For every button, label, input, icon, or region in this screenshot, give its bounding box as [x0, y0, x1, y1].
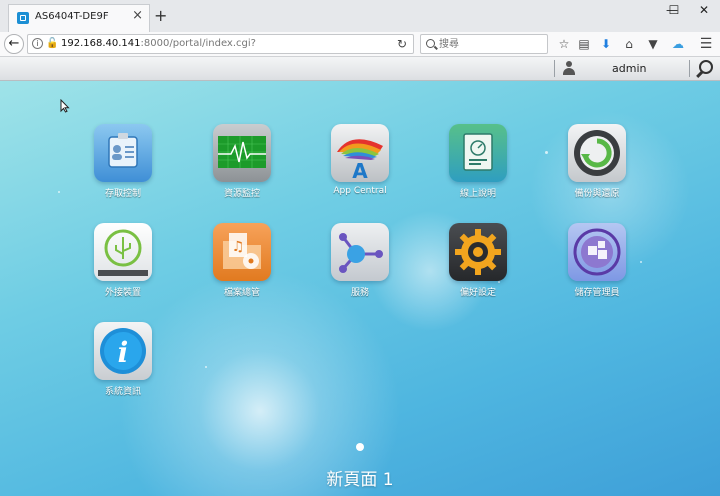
online-help-icon: [449, 124, 507, 182]
settings-icon: [449, 223, 507, 281]
back-arrow-icon: ←: [8, 36, 20, 51]
star-icon[interactable]: ☆: [556, 36, 572, 52]
username-label[interactable]: admin: [612, 62, 646, 75]
adm-search-icon[interactable]: [699, 60, 713, 74]
svg-text:A: A: [352, 159, 368, 182]
url-host: 192.168.40.141: [61, 38, 141, 49]
adm-desktop: 存取控制 資源監控 A App Central 線上說明 備份與還原 外接裝置 …: [0, 81, 720, 496]
app-label: 備份與還原: [574, 189, 620, 199]
app-label: 系統資訊: [104, 387, 141, 397]
adm-taskbar: admin: [0, 57, 720, 81]
browser-tab-strip: AS6404T-DE9F × + — ☐ ✕: [0, 0, 720, 33]
menu-icon[interactable]: ☰: [698, 36, 714, 52]
address-bar[interactable]: i 🔓 192.168.40.141:8000/portal/index.cgi…: [27, 34, 414, 54]
app-storage-manager[interactable]: 儲存管理員: [547, 223, 647, 298]
system-information-icon: i: [94, 322, 152, 380]
page-name: 新頁面 1: [326, 470, 394, 490]
access-control-icon: [94, 124, 152, 182]
app-label: 檔案總管: [223, 288, 260, 298]
sparkle: [205, 366, 207, 368]
taskbar-divider: [554, 60, 555, 77]
cloud-icon[interactable]: ☁: [670, 36, 686, 52]
search-icon: [426, 39, 435, 48]
close-window-button[interactable]: ✕: [692, 0, 716, 20]
app-label: 資源監控: [223, 189, 260, 199]
app-activity-monitor[interactable]: 資源監控: [192, 124, 292, 199]
external-devices-icon: [94, 223, 152, 281]
search-bar[interactable]: [420, 34, 548, 54]
app-label: 服務: [350, 288, 369, 298]
page-indicator-dot[interactable]: [356, 443, 364, 451]
pocket-icon[interactable]: ▼: [645, 36, 661, 52]
file-explorer-icon: ♫: [213, 223, 271, 281]
app-label: 外接裝置: [104, 288, 141, 298]
url-text[interactable]: 192.168.40.141:8000/portal/index.cgi?: [61, 38, 256, 49]
app-central-icon: A: [331, 124, 389, 182]
app-label: 儲存管理員: [574, 288, 620, 298]
services-icon: [331, 223, 389, 281]
home-icon[interactable]: ⌂: [621, 36, 637, 52]
new-tab-button[interactable]: +: [154, 8, 167, 24]
storage-manager-icon: [568, 223, 626, 281]
app-app-central[interactable]: A App Central: [310, 124, 410, 196]
back-button[interactable]: ←: [4, 34, 24, 54]
tab-close-icon[interactable]: ×: [132, 8, 143, 23]
activity-monitor-icon: [213, 124, 271, 182]
browser-nav-bar: ← i 🔓 192.168.40.141:8000/portal/index.c…: [0, 32, 720, 57]
app-external-devices[interactable]: 外接裝置: [73, 223, 173, 298]
taskbar-divider: [689, 60, 690, 77]
backup-restore-icon: [568, 124, 626, 182]
user-icon[interactable]: [562, 61, 576, 75]
tab-title: AS6404T-DE9F: [35, 11, 109, 22]
app-access-control[interactable]: 存取控制: [73, 124, 173, 199]
search-input[interactable]: [439, 37, 539, 51]
insecure-lock-icon[interactable]: 🔓: [46, 38, 58, 50]
maximize-button[interactable]: ☐: [666, 0, 682, 20]
app-services[interactable]: 服務: [310, 223, 410, 298]
app-file-explorer[interactable]: ♫ 檔案總管: [192, 223, 292, 298]
svg-text:i: i: [118, 336, 129, 369]
svg-text:♫: ♫: [232, 239, 245, 255]
url-path: :8000/portal/index.cgi?: [140, 38, 256, 49]
mouse-cursor-icon: [60, 99, 70, 113]
reader-icon[interactable]: ▤: [576, 36, 592, 52]
app-backup-restore[interactable]: 備份與還原: [547, 124, 647, 199]
browser-tab[interactable]: AS6404T-DE9F ×: [8, 4, 150, 32]
download-icon[interactable]: ⬇: [598, 36, 614, 52]
app-online-help[interactable]: 線上說明: [428, 124, 528, 199]
app-system-information[interactable]: i 系統資訊: [73, 322, 173, 397]
reload-icon[interactable]: ↻: [397, 37, 407, 51]
asustor-favicon-icon: [17, 12, 29, 24]
app-label: 線上說明: [459, 189, 496, 199]
app-label: 偏好設定: [459, 288, 496, 298]
sparkle: [58, 191, 60, 193]
app-label: 存取控制: [104, 189, 141, 199]
app-label: App Central: [333, 186, 387, 196]
app-settings[interactable]: 偏好設定: [428, 223, 528, 298]
info-icon[interactable]: i: [32, 38, 43, 49]
